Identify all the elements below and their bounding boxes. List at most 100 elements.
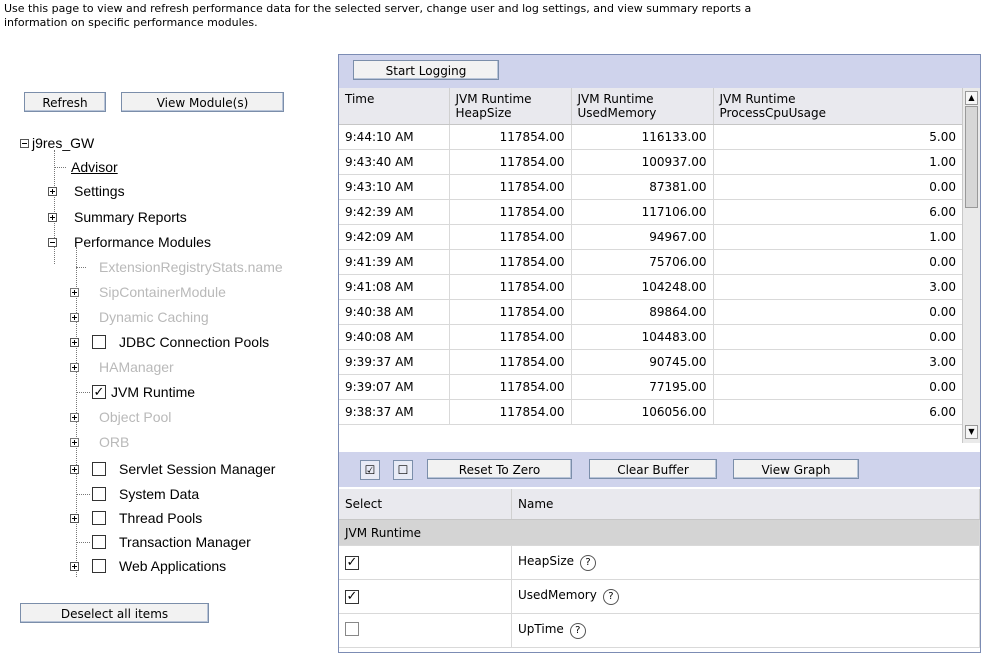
- tree-node-advisor[interactable]: Advisor: [71, 155, 118, 179]
- scroll-down-icon[interactable]: ▼: [965, 425, 978, 439]
- module-label: Servlet Session Manager: [119, 461, 276, 477]
- module-extension-registry[interactable]: ExtensionRegistryStats.name: [99, 255, 283, 279]
- cell-usedmemory: 75706.00: [571, 249, 714, 275]
- table-row: 9:41:39 AM 117854.00 75706.00 0.00: [339, 249, 963, 275]
- expand-icon[interactable]: [70, 438, 79, 447]
- table-row: 9:39:07 AM 117854.00 77195.00 0.00: [339, 374, 963, 400]
- select-cell: ✓: [339, 545, 512, 580]
- table-row: 9:40:08 AM 117854.00 104483.00 0.00: [339, 324, 963, 350]
- cell-processcpuusage: 3.00: [713, 274, 963, 300]
- checked-icon[interactable]: ✓: [92, 385, 106, 399]
- data-table-container: Time JVM Runtime HeapSize JVM Runtime Used…: [339, 88, 980, 443]
- cell-processcpuusage: 0.00: [713, 249, 963, 275]
- cell-processcpuusage: 0.00: [713, 324, 963, 350]
- collapse-icon[interactable]: [20, 139, 29, 148]
- tree-summary-reports-label: Summary Reports: [74, 209, 187, 225]
- cell-processcpuusage: 1.00: [713, 149, 963, 175]
- cell-time: 9:43:10 AM: [339, 174, 450, 200]
- deselect-all-icon[interactable]: ☐: [393, 460, 413, 480]
- help-icon[interactable]: ?: [569, 623, 586, 639]
- view-graph-button[interactable]: View Graph: [733, 459, 859, 479]
- module-label: Thread Pools: [119, 510, 203, 526]
- module-checkbox[interactable]: [92, 511, 106, 525]
- table-row: 9:42:09 AM 117854.00 94967.00 1.00: [339, 224, 963, 250]
- module-label: HAManager: [99, 359, 174, 375]
- description-line-1: Use this page to view and refresh perfor…: [4, 2, 752, 15]
- column-header-time[interactable]: Time: [339, 88, 450, 125]
- module-checkbox[interactable]: [92, 487, 106, 501]
- performance-data-table: Time JVM Runtime HeapSize JVM Runtime Used…: [339, 88, 963, 425]
- expand-icon[interactable]: [70, 514, 79, 523]
- cell-processcpuusage: 6.00: [713, 199, 963, 225]
- cell-usedmemory: 116133.00: [571, 124, 714, 150]
- cell-time: 9:40:08 AM: [339, 324, 450, 350]
- help-icon[interactable]: ?: [602, 589, 619, 605]
- expand-icon[interactable]: [70, 562, 79, 571]
- vertical-scrollbar[interactable]: ▲ ▼: [962, 88, 980, 443]
- expand-icon[interactable]: [70, 465, 79, 474]
- description-line-2: information on specific performance modu…: [4, 16, 258, 29]
- collapse-icon[interactable]: [48, 238, 57, 247]
- table-row: ✓ HeapSize?: [339, 545, 980, 580]
- cell-processcpuusage: 0.00: [713, 374, 963, 400]
- module-checkbox[interactable]: [92, 535, 106, 549]
- cell-processcpuusage: 0.00: [713, 299, 963, 325]
- column-header-processcpuusage[interactable]: JVM Runtime ProcessCpuUsage: [713, 88, 963, 125]
- cell-processcpuusage: 3.00: [713, 349, 963, 375]
- cell-heapsize: 117854.00: [449, 274, 572, 300]
- refresh-button[interactable]: Refresh: [24, 92, 106, 112]
- table-row: ✓ UsedMemory?: [339, 579, 980, 614]
- cell-usedmemory: 87381.00: [571, 174, 714, 200]
- column-header-usedmemory[interactable]: JVM Runtime UsedMemory: [571, 88, 714, 125]
- select-all-icon[interactable]: ☑: [360, 460, 380, 480]
- start-logging-button[interactable]: Start Logging: [353, 60, 499, 80]
- cell-usedmemory: 117106.00: [571, 199, 714, 225]
- module-checkbox[interactable]: [92, 462, 106, 476]
- cell-usedmemory: 77195.00: [571, 374, 714, 400]
- expand-icon[interactable]: [70, 413, 79, 422]
- expand-icon[interactable]: [70, 363, 79, 372]
- logging-toolbar: Start Logging: [339, 55, 980, 88]
- expand-icon[interactable]: [70, 288, 79, 297]
- reset-to-zero-button[interactable]: Reset To Zero: [427, 459, 572, 479]
- scroll-up-icon[interactable]: ▲: [965, 91, 978, 105]
- expand-icon[interactable]: [70, 313, 79, 322]
- column-header-heapsize[interactable]: JVM Runtime HeapSize: [449, 88, 572, 125]
- checkbox[interactable]: [345, 622, 359, 636]
- clear-buffer-button[interactable]: Clear Buffer: [589, 459, 717, 479]
- cell-processcpuusage: 6.00: [713, 399, 963, 425]
- counter-name: HeapSize: [518, 554, 575, 568]
- cell-usedmemory: 89864.00: [571, 299, 714, 325]
- module-label: ORB: [99, 434, 130, 450]
- help-icon[interactable]: ?: [580, 555, 597, 571]
- expand-icon[interactable]: [48, 213, 57, 222]
- cell-heapsize: 117854.00: [449, 249, 572, 275]
- column-header-select: Select: [339, 489, 512, 520]
- view-modules-button[interactable]: View Module(s): [121, 92, 284, 112]
- cell-heapsize: 117854.00: [449, 124, 572, 150]
- counter-name: UsedMemory: [518, 588, 597, 602]
- select-cell: ✓: [339, 579, 512, 614]
- name-cell: UsedMemory?: [511, 579, 980, 614]
- expand-icon[interactable]: [48, 187, 57, 196]
- action-toolbar: ☑ ☐ Reset To Zero Clear Buffer View Grap…: [339, 452, 980, 487]
- checked-icon[interactable]: ✓: [345, 590, 359, 604]
- module-checkbox[interactable]: [92, 335, 106, 349]
- scroll-thumb[interactable]: [965, 106, 978, 208]
- tree-root-label: j9res_GW: [32, 135, 95, 151]
- table-row: 9:40:38 AM 117854.00 89864.00 0.00: [339, 299, 963, 325]
- table-row: 9:44:10 AM 117854.00 116133.00 5.00: [339, 124, 963, 150]
- cell-time: 9:41:08 AM: [339, 274, 450, 300]
- cell-heapsize: 117854.00: [449, 399, 572, 425]
- module-checkbox[interactable]: [92, 559, 106, 573]
- checked-icon[interactable]: ✓: [345, 556, 359, 570]
- tree-connector: [76, 494, 90, 495]
- cell-usedmemory: 90745.00: [571, 349, 714, 375]
- cell-heapsize: 117854.00: [449, 174, 572, 200]
- cell-heapsize: 117854.00: [449, 374, 572, 400]
- group-label: JVM Runtime: [339, 519, 980, 546]
- expand-icon[interactable]: [70, 338, 79, 347]
- deselect-all-button[interactable]: Deselect all items: [20, 603, 209, 623]
- cell-usedmemory: 104248.00: [571, 274, 714, 300]
- table-row: 9:39:37 AM 117854.00 90745.00 3.00: [339, 349, 963, 375]
